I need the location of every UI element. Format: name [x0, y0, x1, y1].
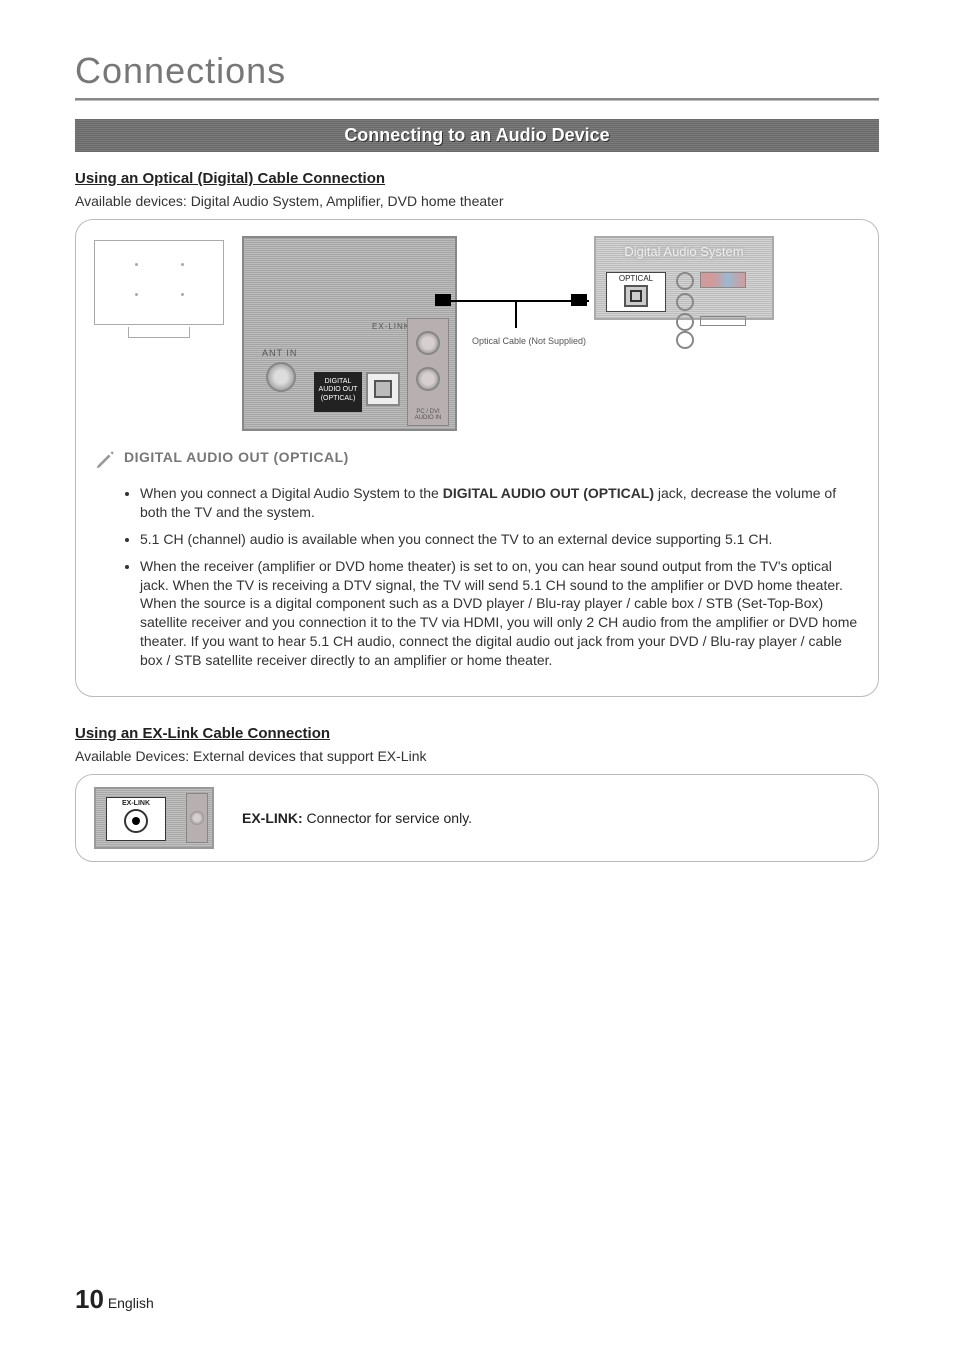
- section1-panel: EX-LINK ANT IN DIGITAL AUDIO OUT (OPTICA…: [75, 219, 879, 697]
- page-number: 10: [75, 1284, 104, 1314]
- cable-plug-icon: [571, 294, 587, 306]
- antenna-label: ANT IN: [262, 348, 297, 358]
- note-icon: [94, 449, 116, 476]
- list-item: 5.1 CH (channel) audio is available when…: [140, 530, 860, 549]
- cable-plug-icon: [435, 294, 451, 306]
- exlink-side-column: [186, 793, 208, 843]
- optical-cable-line: [439, 300, 589, 302]
- title-underline: [75, 98, 879, 101]
- section-banner: Connecting to an Audio Device: [75, 119, 879, 152]
- pc-audio-label: PC / DVI AUDIO IN: [408, 409, 448, 421]
- page-footer: 10 English: [75, 1284, 154, 1315]
- page-title: Connections: [75, 50, 879, 92]
- page-language: English: [108, 1295, 154, 1311]
- section2-heading: Using an EX-Link Cable Connection: [75, 725, 879, 742]
- system-optical-label: OPTICAL: [608, 274, 664, 283]
- list-item: When you connect a Digital Audio System …: [140, 484, 860, 522]
- antenna-jack-icon: [266, 362, 296, 392]
- audio-jack-icon: [416, 367, 440, 391]
- note-bullet-list: When you connect a Digital Audio System …: [140, 484, 860, 670]
- audio-system-title: Digital Audio System: [596, 238, 772, 259]
- system-aux-ports: [676, 272, 764, 312]
- exlink-port-label: EX-LINK: [107, 800, 165, 807]
- audio-jack-icon: [416, 331, 440, 355]
- exlink-panel-graphic: EX-LINK: [94, 787, 214, 849]
- exlink-jack-icon: [124, 809, 148, 833]
- tv-icon: [94, 240, 224, 325]
- tv-back-panel: EX-LINK ANT IN DIGITAL AUDIO OUT (OPTICA…: [242, 236, 457, 431]
- section1-available: Available devices: Digital Audio System,…: [75, 193, 879, 209]
- audio-jack-icon: [190, 811, 204, 825]
- exlink-description: EX-LINK: Connector for service only.: [242, 810, 472, 826]
- exlink-port-box: EX-LINK: [106, 797, 166, 841]
- digital-audio-out-label: DIGITAL AUDIO OUT (OPTICAL): [314, 372, 362, 412]
- system-optical-port: OPTICAL: [606, 272, 666, 312]
- list-item: When the receiver (amplifier or DVD home…: [140, 557, 860, 670]
- digital-audio-system-box: Digital Audio System OPTICAL: [594, 236, 774, 320]
- pc-audio-column: PC / DVI AUDIO IN: [407, 318, 449, 426]
- note-heading: DIGITAL AUDIO OUT (OPTICAL): [124, 449, 349, 465]
- connection-diagram: EX-LINK ANT IN DIGITAL AUDIO OUT (OPTICA…: [94, 236, 860, 431]
- optical-port-icon: [366, 372, 400, 406]
- cable-label: Optical Cable (Not Supplied): [469, 336, 589, 346]
- cable-callout-line: [515, 300, 517, 328]
- exlink-label-backpanel: EX-LINK: [372, 322, 410, 331]
- section2-panel: EX-LINK EX-LINK: Connector for service o…: [75, 774, 879, 862]
- section1-heading: Using an Optical (Digital) Cable Connect…: [75, 170, 879, 187]
- section2-available: Available Devices: External devices that…: [75, 748, 879, 764]
